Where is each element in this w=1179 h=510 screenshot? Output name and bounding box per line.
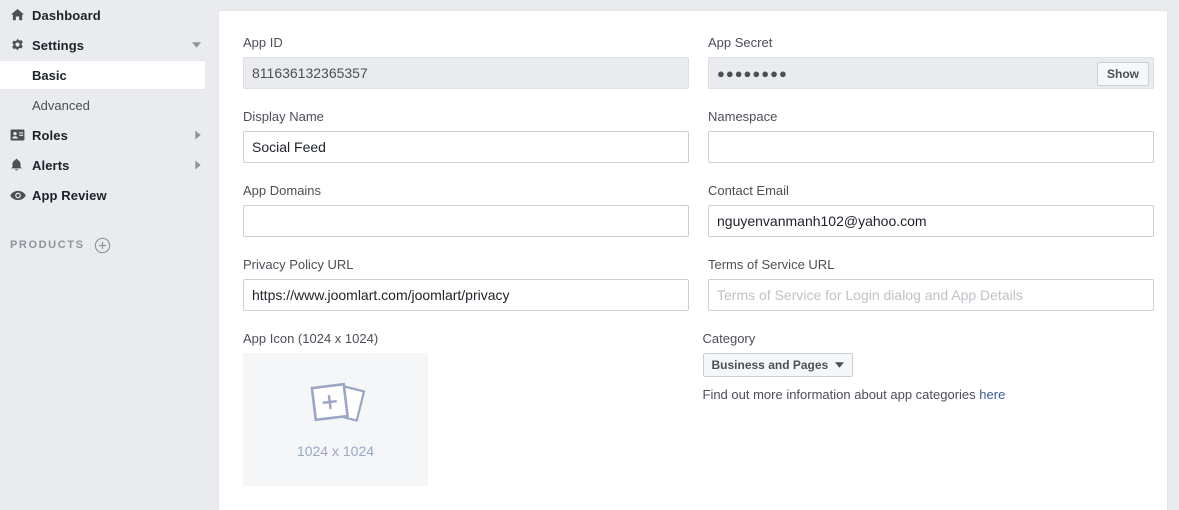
app-secret-value: ●●●●●●●● [717,65,788,81]
app-id-input[interactable]: 811636132365357 [243,57,689,89]
category-label: Category [702,331,756,346]
app-icon-field-group: App Icon (1024 x 1024) 1024 x 1024 [243,331,684,506]
terms-of-service-input[interactable]: Terms of Service for Login dialog and Ap… [708,279,1154,311]
namespace-input[interactable] [708,131,1154,163]
sidebar-item-label: Alerts [32,157,70,173]
display-name-input[interactable]: Social Feed [243,131,689,163]
category-help-text: Find out more information about app cate… [703,387,1144,402]
chevron-right-icon [195,130,201,140]
plus-circle-icon[interactable] [94,237,111,254]
sidebar-item-roles[interactable]: Roles [0,120,217,150]
privacy-policy-label: Privacy Policy URL [243,257,354,272]
app-settings-page: Dashboard Settings Basic Advanced Roles … [0,0,1179,510]
app-id-value: 811636132365357 [252,65,368,81]
sidebar-item-alerts[interactable]: Alerts [0,150,217,180]
privacy-policy-value: https://www.joomlart.com/joomlart/privac… [252,287,510,303]
chevron-down-icon [835,362,845,368]
show-app-secret-button[interactable]: Show [1097,62,1149,86]
app-secret-label: App Secret [708,35,773,50]
id-card-icon [10,129,32,141]
sidebar-item-label: App Review [32,187,107,203]
sidebar-subitem-label: Basic [32,67,67,83]
bell-icon [10,158,32,172]
app-domains-label: App Domains [243,183,322,198]
app-secret-field-group: App Secret ●●●●●●●● Show [708,35,1154,109]
display-name-value: Social Feed [252,139,326,155]
contact-email-input[interactable]: nguyenvanmanh102@yahoo.com [708,205,1154,237]
category-dropdown[interactable]: Business and Pages [702,353,854,377]
chevron-down-icon [192,42,201,48]
contact-email-field-group: Contact Email nguyenvanmanh102@yahoo.com [708,183,1154,257]
form-row-4: Privacy Policy URL https://www.joomlart.… [243,257,1154,331]
settings-basic-panel: App ID 811636132365357 App Secret ●●●●●●… [218,10,1168,510]
form-row-1: App ID 811636132365357 App Secret ●●●●●●… [243,35,1154,109]
category-field-group: Category Business and Pages Find out mor… [702,331,1144,506]
app-icon-size-caption: 1024 x 1024 [296,443,375,459]
app-domains-field-group: App Domains [243,183,689,257]
privacy-policy-field-group: Privacy Policy URL https://www.joomlart.… [243,257,689,331]
chevron-right-icon [195,160,201,170]
home-icon [10,8,32,22]
eye-icon [10,190,32,201]
terms-of-service-placeholder: Terms of Service for Login dialog and Ap… [717,287,1023,303]
add-photos-icon [304,380,368,435]
contact-email-label: Contact Email [708,183,789,198]
namespace-field-group: Namespace [708,109,1154,183]
sidebar-item-label: Dashboard [32,7,101,23]
gear-icon [10,38,32,53]
category-help-prefix: Find out more information about app cate… [702,387,980,402]
sidebar-item-dashboard[interactable]: Dashboard [0,0,217,30]
app-domains-input[interactable] [243,205,689,237]
namespace-label: Namespace [708,109,778,124]
sidebar-item-label: Settings [32,37,85,53]
sidebar-item-app-review[interactable]: App Review [0,180,217,210]
terms-of-service-field-group: Terms of Service URL Terms of Service fo… [708,257,1154,331]
form-row-5: App Icon (1024 x 1024) 1024 x 1024 Categ… [243,331,1143,506]
terms-of-service-label: Terms of Service URL [708,257,835,272]
app-id-label: App ID [243,35,283,50]
app-icon-uploader[interactable]: 1024 x 1024 [243,353,428,486]
sidebar-item-advanced[interactable]: Advanced [0,90,217,120]
sidebar-item-label: Roles [32,127,68,143]
app-icon-label: App Icon (1024 x 1024) [243,331,379,346]
app-id-field-group: App ID 811636132365357 [243,35,689,109]
products-section-header: PRODUCTS [0,230,217,260]
category-selected-value: Business and Pages [711,358,829,372]
form-row-3: App Domains Contact Email nguyenvanmanh1… [243,183,1154,257]
category-help-link[interactable]: here [979,387,1005,402]
basic-settings-form: App ID 811636132365357 App Secret ●●●●●●… [219,11,1167,506]
privacy-policy-input[interactable]: https://www.joomlart.com/joomlart/privac… [243,279,689,311]
form-row-2: Display Name Social Feed Namespace [243,109,1154,183]
display-name-label: Display Name [243,109,324,124]
sidebar-item-settings[interactable]: Settings [0,30,217,60]
sidebar-item-basic[interactable]: Basic [0,60,205,90]
display-name-field-group: Display Name Social Feed [243,109,689,183]
sidebar-subitem-label: Advanced [32,97,90,113]
app-secret-input[interactable]: ●●●●●●●● Show [708,57,1154,89]
sidebar: Dashboard Settings Basic Advanced Roles … [0,0,217,500]
products-label: PRODUCTS [10,239,85,251]
contact-email-value: nguyenvanmanh102@yahoo.com [717,213,927,229]
